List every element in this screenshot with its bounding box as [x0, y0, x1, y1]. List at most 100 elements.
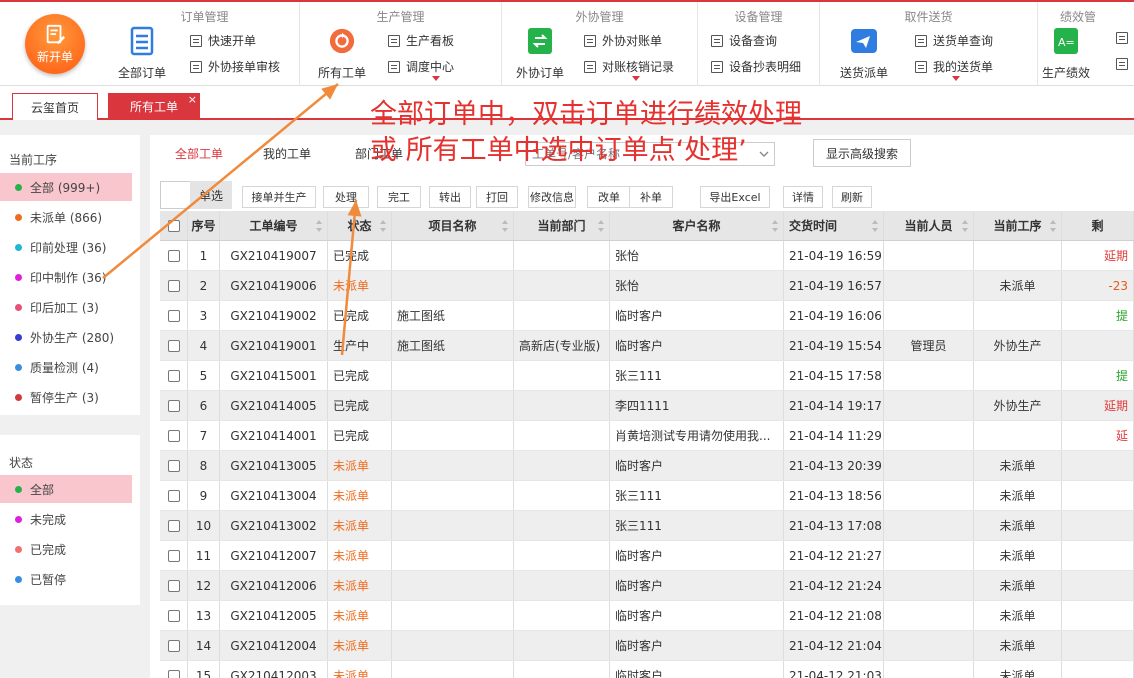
- table-row[interactable]: 8 GX210413005 未派单 临时客户 21-04-13 20:39 未派单: [160, 451, 1134, 481]
- subtab-my-work-orders[interactable]: 我的工单: [263, 145, 311, 162]
- table-row[interactable]: 13 GX210412005 未派单 临时客户 21-04-12 21:08 未派单: [160, 601, 1134, 631]
- filter-item[interactable]: 已完成: [0, 535, 132, 563]
- table-row[interactable]: 9 GX210413004 未派单 张三111 21-04-13 18:56 未派单: [160, 481, 1134, 511]
- row-checkbox[interactable]: [167, 609, 180, 622]
- toolbar-button[interactable]: 详情: [783, 186, 823, 208]
- equipment-query-button[interactable]: 设备查询: [711, 32, 777, 49]
- single-select-tab[interactable]: 单选: [190, 181, 232, 209]
- filter-item[interactable]: 印前处理 (36): [0, 233, 132, 261]
- row-checkbox[interactable]: [167, 399, 180, 412]
- toolbar-button[interactable]: 处理: [323, 186, 369, 208]
- sort-icon[interactable]: [380, 220, 386, 232]
- column-header-work-order-number[interactable]: 工单编号: [220, 211, 328, 240]
- toolbar-button[interactable]: 接单并生产: [242, 186, 316, 208]
- header-checkbox-cell[interactable]: [160, 211, 188, 240]
- delivery-note-query-button[interactable]: 送货单查询: [915, 32, 993, 49]
- table-row[interactable]: 7 GX210414001 已完成 肖黄培测试专用请勿使用我... 21-04-14 1…: [160, 421, 1134, 451]
- column-header-status[interactable]: 状态: [328, 211, 392, 240]
- column-header-delivery-time[interactable]: 交货时间: [784, 211, 884, 240]
- toolbar-button[interactable]: 打回: [476, 186, 518, 208]
- sort-icon[interactable]: [316, 220, 322, 232]
- row-checkbox-cell[interactable]: [160, 271, 188, 300]
- toolbar-button[interactable]: 改单: [587, 186, 631, 208]
- table-row[interactable]: 5 GX210415001 已完成 张三111 21-04-15 17:58 提: [160, 361, 1134, 391]
- column-header-department[interactable]: 当前部门: [514, 211, 610, 240]
- filter-item[interactable]: 未派单 (866): [0, 203, 132, 231]
- all-work-orders-button[interactable]: 所有工单: [318, 24, 366, 81]
- row-checkbox[interactable]: [167, 279, 180, 292]
- outsource-review-button[interactable]: 外协接单审核: [190, 58, 280, 75]
- toolbar-button[interactable]: 补单: [629, 186, 673, 208]
- filter-item[interactable]: 印后加工 (3): [0, 293, 132, 321]
- row-checkbox-cell[interactable]: [160, 571, 188, 600]
- row-checkbox-cell[interactable]: [160, 511, 188, 540]
- column-header-remaining[interactable]: 剩: [1062, 211, 1134, 240]
- table-row[interactable]: 4 GX210419001 生产中 施工图纸 高新店(专业版) 临时客户 21-04-19 …: [160, 331, 1134, 361]
- row-checkbox[interactable]: [167, 369, 180, 382]
- table-row[interactable]: 3 GX210419002 已完成 施工图纸 临时客户 21-04-19 16:06 提: [160, 301, 1134, 331]
- production-performance-button[interactable]: A= 生产绩效: [1042, 24, 1090, 81]
- table-row[interactable]: 11 GX210412007 未派单 临时客户 21-04-12 21:27 未派单: [160, 541, 1134, 571]
- row-checkbox[interactable]: [167, 639, 180, 652]
- row-checkbox-cell[interactable]: [160, 541, 188, 570]
- table-row[interactable]: 2 GX210419006 未派单 张怡 21-04-19 16:57 未派单 -23: [160, 271, 1134, 301]
- row-checkbox-cell[interactable]: [160, 631, 188, 660]
- sort-icon[interactable]: [1050, 220, 1056, 232]
- all-orders-button[interactable]: 全部订单: [118, 24, 166, 81]
- row-checkbox-cell[interactable]: [160, 481, 188, 510]
- row-checkbox-cell[interactable]: [160, 331, 188, 360]
- sort-icon[interactable]: [598, 220, 604, 232]
- row-checkbox-cell[interactable]: [160, 661, 188, 678]
- outsource-statement-button[interactable]: 外协对账单: [584, 32, 662, 49]
- filter-item[interactable]: 质量检测 (4): [0, 353, 132, 381]
- row-checkbox-cell[interactable]: [160, 421, 188, 450]
- toolbar-button[interactable]: 导出Excel: [700, 186, 770, 208]
- filter-item[interactable]: 外协生产 (280): [0, 323, 132, 351]
- row-checkbox-cell[interactable]: [160, 451, 188, 480]
- advanced-search-button[interactable]: 显示高级搜索: [813, 139, 911, 167]
- row-checkbox[interactable]: [167, 549, 180, 562]
- table-row[interactable]: 6 GX210414005 已完成 李四1111 21-04-14 19:17 外协生产延…: [160, 391, 1134, 421]
- filter-item[interactable]: 印中制作 (36): [0, 263, 132, 291]
- toolbar-button[interactable]: 刷新: [832, 186, 872, 208]
- table-row[interactable]: 14 GX210412004 未派单 临时客户 21-04-12 21:04 未派单: [160, 631, 1134, 661]
- tab-home[interactable]: 云玺首页: [12, 93, 98, 120]
- filter-item[interactable]: 暂停生产 (3): [0, 383, 132, 411]
- quick-order-button[interactable]: 快速开单: [190, 32, 256, 49]
- row-checkbox-cell[interactable]: [160, 391, 188, 420]
- row-checkbox[interactable]: [167, 489, 180, 502]
- reconciliation-records-button[interactable]: 对账核销记录: [584, 58, 674, 75]
- column-header-serial[interactable]: 序号: [188, 211, 220, 240]
- row-checkbox[interactable]: [167, 429, 180, 442]
- select-mode-box[interactable]: [160, 181, 190, 209]
- row-checkbox[interactable]: [167, 339, 180, 352]
- row-checkbox-cell[interactable]: [160, 301, 188, 330]
- table-row[interactable]: 10 GX210413002 未派单 张三111 21-04-13 17:08 未派单: [160, 511, 1134, 541]
- filter-item[interactable]: 全部: [0, 475, 132, 503]
- table-row[interactable]: 15 GX210412003 未派单 临时客户 21-04-12 21:03 未派单: [160, 661, 1134, 678]
- toolbar-button[interactable]: 修改信息: [528, 186, 576, 208]
- row-checkbox[interactable]: [167, 579, 180, 592]
- filter-item[interactable]: 全部 (999+): [0, 173, 132, 201]
- column-header-current-stage[interactable]: 当前工序: [974, 211, 1062, 240]
- sort-icon[interactable]: [772, 220, 778, 232]
- new-order-button[interactable]: 新开单: [25, 14, 85, 74]
- row-checkbox[interactable]: [167, 669, 180, 678]
- row-checkbox[interactable]: [167, 309, 180, 322]
- row-checkbox[interactable]: [167, 249, 180, 262]
- row-checkbox-cell[interactable]: [160, 241, 188, 270]
- toolbar-button[interactable]: 转出: [429, 186, 471, 208]
- table-row[interactable]: 12 GX210412006 未派单 临时客户 21-04-12 21:24 未派单: [160, 571, 1134, 601]
- my-delivery-notes-button[interactable]: 我的送货单: [915, 58, 993, 75]
- filter-item[interactable]: 已暂停: [0, 565, 132, 593]
- row-checkbox-cell[interactable]: [160, 601, 188, 630]
- select-all-checkbox[interactable]: [167, 219, 180, 232]
- toolbar-button[interactable]: 完工: [377, 186, 421, 208]
- tab-all-work-orders[interactable]: 所有工单 ×: [108, 93, 200, 120]
- column-header-customer-name[interactable]: 客户名称: [610, 211, 784, 240]
- chevron-down-icon[interactable]: [752, 142, 776, 166]
- outsource-orders-button[interactable]: 外协订单: [516, 24, 564, 81]
- column-header-project-name[interactable]: 项目名称: [392, 211, 514, 240]
- performance-small-button-1[interactable]: [1116, 32, 1134, 44]
- table-row[interactable]: 1 GX210419007 已完成 张怡 21-04-19 16:59 延期: [160, 241, 1134, 271]
